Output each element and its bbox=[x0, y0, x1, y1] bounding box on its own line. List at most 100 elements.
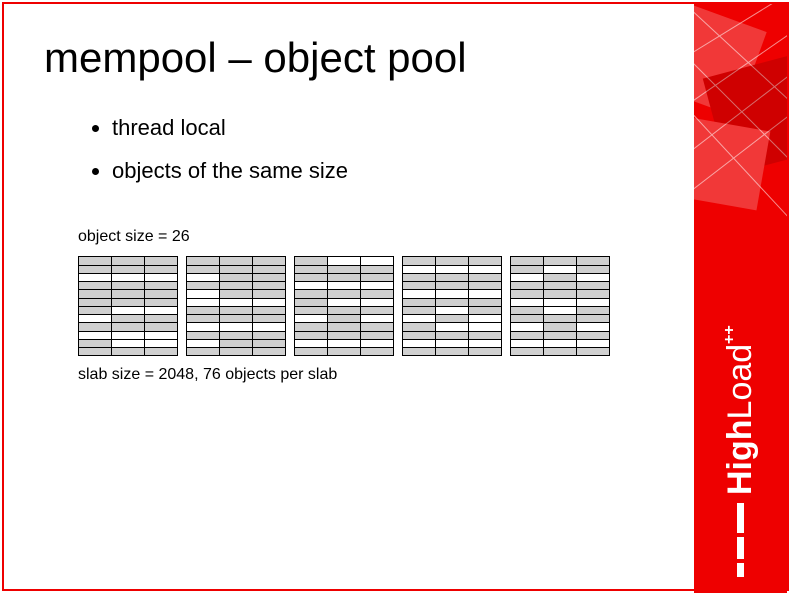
slab-cell bbox=[253, 299, 285, 306]
slab-cell bbox=[79, 299, 111, 306]
slab-cell bbox=[295, 332, 327, 339]
slab-cell bbox=[436, 315, 468, 322]
slab-cell bbox=[187, 315, 219, 322]
slab-cell bbox=[220, 332, 252, 339]
slab-cell bbox=[220, 323, 252, 330]
slab-cell bbox=[112, 323, 144, 330]
slab-cell bbox=[544, 315, 576, 322]
slab-cell bbox=[361, 348, 393, 355]
slab-cell bbox=[112, 315, 144, 322]
slab-cell bbox=[187, 323, 219, 330]
slab-cell bbox=[145, 290, 177, 297]
slab-cell bbox=[328, 274, 360, 281]
slab-cell bbox=[469, 282, 501, 289]
slab-cell bbox=[145, 266, 177, 273]
slab-cell bbox=[187, 307, 219, 314]
slab-cell bbox=[511, 257, 543, 264]
slab-cell bbox=[145, 332, 177, 339]
slab-cell bbox=[295, 348, 327, 355]
slab-cell bbox=[403, 299, 435, 306]
slab-cell bbox=[328, 299, 360, 306]
slab-cell bbox=[328, 348, 360, 355]
slab-cell bbox=[295, 307, 327, 314]
slab-cell bbox=[403, 274, 435, 281]
bullet-item: thread local bbox=[112, 110, 669, 145]
slab-cell bbox=[577, 323, 609, 330]
slab-cell bbox=[436, 257, 468, 264]
slab-cell bbox=[511, 299, 543, 306]
slab-cell bbox=[361, 323, 393, 330]
slab-cell bbox=[112, 266, 144, 273]
slab-cell bbox=[79, 274, 111, 281]
slab-cell bbox=[328, 257, 360, 264]
slab-cell bbox=[436, 340, 468, 347]
slab-cell bbox=[112, 340, 144, 347]
slab-cell bbox=[145, 340, 177, 347]
slab-row bbox=[78, 256, 669, 356]
slab-cell bbox=[469, 323, 501, 330]
slab-cell bbox=[220, 299, 252, 306]
slab-cell bbox=[361, 290, 393, 297]
slab-cell bbox=[577, 315, 609, 322]
slab-cell bbox=[577, 290, 609, 297]
slide-frame: mempool – object pool thread local objec… bbox=[2, 2, 789, 591]
slide-title: mempool – object pool bbox=[44, 34, 669, 82]
slab-cell bbox=[544, 257, 576, 264]
bullet-item: objects of the same size bbox=[112, 153, 669, 188]
slab-cell bbox=[79, 290, 111, 297]
slab-cell bbox=[295, 323, 327, 330]
slab-cell bbox=[403, 290, 435, 297]
slab-cell bbox=[403, 282, 435, 289]
slab-cell bbox=[220, 315, 252, 322]
slab-cell bbox=[361, 315, 393, 322]
slab-cell bbox=[79, 332, 111, 339]
slab-cell bbox=[253, 340, 285, 347]
content-area: mempool – object pool thread local objec… bbox=[4, 4, 699, 593]
slab-cell bbox=[220, 340, 252, 347]
slab-cell bbox=[112, 299, 144, 306]
slab-cell bbox=[253, 332, 285, 339]
slab-cell bbox=[469, 332, 501, 339]
slab-cell bbox=[79, 282, 111, 289]
slab-cell bbox=[577, 348, 609, 355]
slab-cell bbox=[577, 307, 609, 314]
slab-cell bbox=[361, 257, 393, 264]
slab-cell bbox=[79, 307, 111, 314]
slab-cell bbox=[187, 340, 219, 347]
slab-cell bbox=[328, 307, 360, 314]
slab-cell bbox=[187, 348, 219, 355]
slab-cell bbox=[361, 332, 393, 339]
slab-cell bbox=[544, 307, 576, 314]
slab-cell bbox=[577, 332, 609, 339]
slab-cell bbox=[436, 282, 468, 289]
slab-cell bbox=[403, 340, 435, 347]
slab-cell bbox=[577, 274, 609, 281]
slab-cell bbox=[253, 282, 285, 289]
slab-cell bbox=[328, 282, 360, 289]
slab-cell bbox=[112, 348, 144, 355]
slab-cell bbox=[145, 299, 177, 306]
slab-cell bbox=[79, 315, 111, 322]
slab-cell bbox=[577, 299, 609, 306]
slab-cell bbox=[361, 274, 393, 281]
slab-cell bbox=[436, 323, 468, 330]
slab-cell bbox=[469, 290, 501, 297]
slab-cell bbox=[469, 340, 501, 347]
slab-cell bbox=[328, 323, 360, 330]
slab-cell bbox=[403, 257, 435, 264]
slab-cell bbox=[295, 299, 327, 306]
slab-cell bbox=[511, 340, 543, 347]
slab bbox=[402, 256, 502, 356]
slab-cell bbox=[469, 274, 501, 281]
slab-cell bbox=[187, 257, 219, 264]
slab bbox=[186, 256, 286, 356]
slab-cell bbox=[295, 257, 327, 264]
slab-cell bbox=[253, 315, 285, 322]
slab-cell bbox=[253, 348, 285, 355]
diagram: object size = 26 slab size = 2048, 76 ob… bbox=[44, 228, 669, 384]
slab-cell bbox=[112, 290, 144, 297]
brand-text: HighLoad++ bbox=[721, 325, 760, 495]
slab-cell bbox=[295, 266, 327, 273]
slab-cell bbox=[253, 266, 285, 273]
slab bbox=[510, 256, 610, 356]
